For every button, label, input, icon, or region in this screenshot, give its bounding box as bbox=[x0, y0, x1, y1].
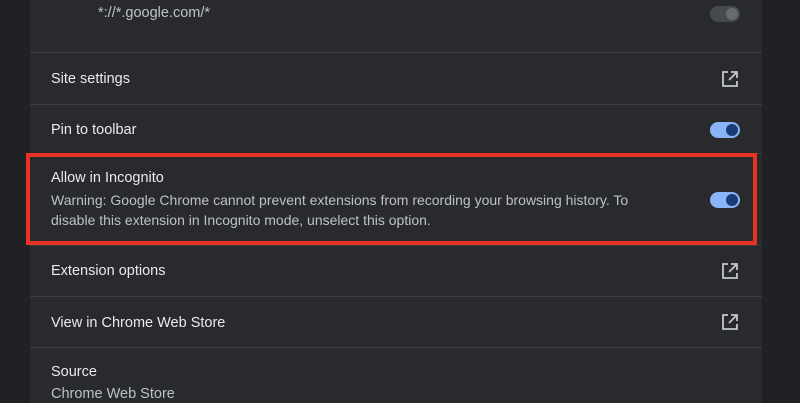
site-settings-label: Site settings bbox=[51, 71, 130, 87]
open-in-new-icon[interactable] bbox=[720, 261, 740, 281]
web-store-row[interactable]: View in Chrome Web Store bbox=[30, 297, 762, 347]
extension-details-page: *://*.google.com/* Site settings Pin to … bbox=[0, 0, 800, 403]
toggle-knob bbox=[726, 194, 738, 206]
allow-incognito-toggle[interactable] bbox=[710, 192, 740, 208]
web-store-label: View in Chrome Web Store bbox=[51, 315, 226, 331]
open-in-new-icon[interactable] bbox=[720, 312, 740, 332]
extension-options-label: Extension options bbox=[51, 263, 166, 279]
host-permission-pattern: *://*.google.com/* bbox=[98, 5, 211, 21]
host-permission-row: *://*.google.com/* bbox=[30, 0, 762, 52]
toggle-knob bbox=[726, 8, 738, 20]
open-in-new-icon[interactable] bbox=[720, 69, 740, 89]
pin-to-toolbar-toggle[interactable] bbox=[710, 122, 740, 138]
pin-to-toolbar-label: Pin to toolbar bbox=[51, 122, 137, 138]
allow-incognito-label: Allow in Incognito bbox=[51, 170, 164, 186]
toggle-knob bbox=[726, 124, 738, 136]
extension-options-row[interactable]: Extension options bbox=[30, 246, 762, 296]
allow-incognito-warning: Warning: Google Chrome cannot prevent ex… bbox=[51, 192, 629, 228]
host-permission-toggle[interactable] bbox=[710, 6, 740, 22]
source-row: Source Chrome Web Store bbox=[30, 348, 762, 403]
site-settings-row[interactable]: Site settings bbox=[30, 53, 762, 104]
allow-incognito-row[interactable]: Allow in Incognito Warning: Google Chrom… bbox=[30, 154, 762, 245]
pin-to-toolbar-row[interactable]: Pin to toolbar bbox=[30, 105, 762, 153]
source-label: Source bbox=[51, 364, 97, 380]
extension-details-panel: *://*.google.com/* Site settings Pin to … bbox=[30, 0, 762, 403]
source-value: Chrome Web Store bbox=[51, 386, 175, 402]
